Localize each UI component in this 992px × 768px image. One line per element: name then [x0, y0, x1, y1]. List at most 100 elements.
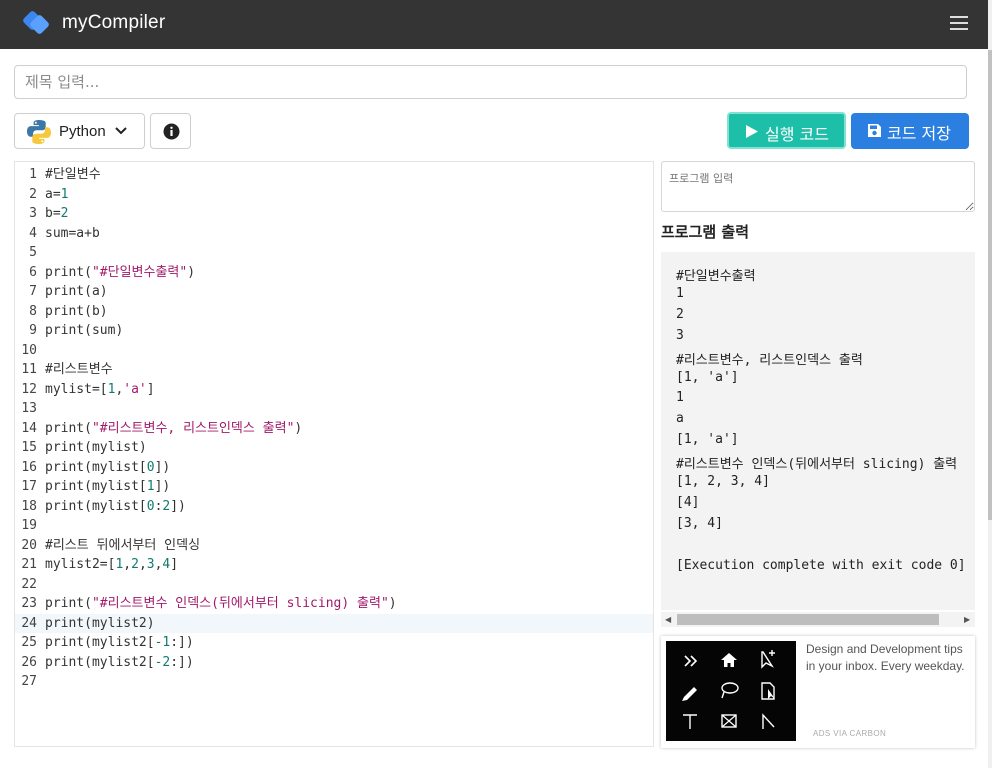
code-line[interactable]: 20 #리스트 뒤에서부터 인덱싱 [15, 536, 653, 556]
code-line[interactable]: 12 mylist=[1,'a'] [15, 380, 653, 400]
title-input[interactable] [14, 65, 967, 99]
code-text[interactable]: print(a) [45, 282, 108, 302]
code-line[interactable]: 8 print(b) [15, 302, 653, 322]
code-line[interactable]: 7 print(a) [15, 282, 653, 302]
code-text[interactable]: b=2 [45, 204, 68, 224]
code-text[interactable]: print(sum) [45, 321, 123, 341]
code-text[interactable]: print(mylist[0]) [45, 458, 170, 478]
line-number: 8 [29, 303, 37, 319]
code-text[interactable]: print(mylist2) [45, 614, 155, 634]
code-line[interactable]: 1 #단일변수 [15, 165, 653, 185]
ad-via-label[interactable]: ADS VIA CARBON [813, 729, 886, 738]
line-number: 13 [21, 401, 37, 416]
code-token: print(mylist) [45, 440, 147, 455]
output-line: 3 [676, 327, 684, 343]
code-line[interactable]: 19 [15, 516, 653, 536]
output-scroll-thumb[interactable] [677, 614, 939, 625]
code-line[interactable]: 14 print("#리스트변수, 리스트인덱스 출력") [15, 419, 653, 439]
code-text[interactable]: print(mylist2[-2:]) [45, 653, 194, 673]
code-editor[interactable]: 1 #단일변수 2 a=1 3 b=2 4 sum=a+b 5 6 print("#단일변수출력")… [14, 161, 654, 747]
run-code-button[interactable]: 실행 코드 [727, 112, 846, 149]
code-token: 'a' [123, 381, 147, 397]
line-number: 17 [21, 479, 37, 494]
line-number: 7 [29, 284, 37, 299]
program-input[interactable] [661, 161, 975, 212]
info-button[interactable] [150, 113, 191, 149]
code-text[interactable]: print("#리스트변수, 리스트인덱스 출력") [45, 419, 302, 439]
code-text[interactable]: print("#리스트변수 인덱스(뒤에서부터 slicing) 출력") [45, 594, 397, 614]
code-text[interactable]: #리스트 뒤에서부터 인덱싱 [45, 536, 200, 556]
output-line: #단일변수출력 [676, 269, 756, 284]
code-token: print(mylist2) [45, 615, 155, 631]
code-text[interactable]: #단일변수 [45, 165, 101, 185]
output-line: a [676, 411, 684, 427]
code-token: :]) [170, 654, 194, 670]
scroll-left-icon[interactable]: ◀ [665, 615, 671, 624]
code-line[interactable]: 24 print(mylist2) [15, 613, 653, 634]
run-label: 실행 코드 [765, 125, 829, 144]
code-token: print(mylist[ [45, 479, 147, 494]
code-line[interactable]: 27 [15, 672, 653, 692]
code-text[interactable]: print(mylist[1]) [45, 477, 170, 497]
code-text[interactable]: mylist2=[1,2,3,4] [45, 555, 178, 575]
code-token: 0 [146, 498, 155, 514]
code-line[interactable]: 18 print(mylist[0:2]) [15, 497, 653, 517]
code-line[interactable]: 6 print("#단일변수출력") [15, 263, 653, 283]
output-horizontal-scrollbar[interactable]: ◀ ▶ [661, 612, 975, 627]
app-logo-icon[interactable] [20, 11, 52, 37]
language-select-button[interactable]: Python [14, 113, 145, 149]
image-placeholder-icon [721, 714, 737, 728]
code-line[interactable]: 15 print(mylist) [15, 438, 653, 458]
code-line[interactable]: 4 sum=a+b [15, 224, 653, 244]
code-token: print(sum) [45, 323, 124, 338]
code-line[interactable]: 3 b=2 [15, 204, 653, 224]
output-line: [1, 2, 3, 4] [676, 474, 770, 489]
code-token: #단일변수 [45, 167, 101, 182]
scrollbar-thumb[interactable] [988, 50, 992, 520]
code-text[interactable]: print(mylist2[-1:]) [45, 633, 194, 653]
code-line[interactable]: 11 #리스트변수 [15, 360, 653, 380]
ad-image[interactable] [666, 641, 796, 741]
code-text[interactable]: print("#단일변수출력") [45, 263, 195, 283]
code-line[interactable]: 16 print(mylist[0]) [15, 458, 653, 478]
select-plus-icon [761, 650, 775, 669]
page-scrollbar[interactable] [988, 0, 992, 768]
menu-icon[interactable] [950, 16, 968, 30]
line-number: 11 [21, 362, 37, 377]
carbon-ad[interactable]: Design and Development tips in your inbo… [661, 636, 975, 748]
code-text[interactable]: mylist=[1,'a'] [45, 380, 155, 400]
save-code-button[interactable]: 코드 저장 [851, 113, 969, 149]
line-number: 22 [21, 576, 37, 592]
line-number: 9 [29, 323, 37, 338]
code-text[interactable]: a=1 [45, 185, 68, 205]
line-number: 20 [21, 537, 37, 553]
code-text[interactable]: sum=a+b [45, 224, 100, 244]
output-panel[interactable]: #단일변수출력 1 2 3 #리스트변수, 리스트인덱스 출력 [1, 'a'] 1 a [1,… [661, 252, 975, 610]
code-line[interactable]: 13 [15, 399, 653, 419]
code-line[interactable]: 21 mylist2=[1,2,3,4] [15, 555, 653, 575]
code-text[interactable]: #리스트변수 [45, 360, 113, 380]
scroll-right-icon[interactable]: ▶ [964, 615, 970, 624]
brand-name[interactable]: myCompiler [62, 12, 165, 34]
output-line: #리스트변수 인덱스(뒤에서부터 slicing) 출력 [676, 457, 958, 473]
chevrons-right-icon [684, 655, 698, 667]
code-line[interactable]: 17 print(mylist[1]) [15, 477, 653, 497]
code-token: ) [388, 596, 397, 611]
ad-text[interactable]: Design and Development tips in your inbo… [806, 641, 971, 675]
code-text[interactable]: print(mylist[0:2]) [45, 497, 186, 517]
code-token: print( [45, 596, 92, 611]
code-token: ]) [170, 498, 186, 514]
code-line[interactable]: 22 [15, 575, 653, 595]
code-line[interactable]: 23 print("#리스트변수 인덱스(뒤에서부터 slicing) 출력") [15, 594, 653, 614]
code-line[interactable]: 2 a=1 [15, 185, 653, 205]
code-line[interactable]: 25 print(mylist2[-1:]) [15, 633, 653, 653]
code-token: ] [170, 557, 179, 572]
code-line[interactable]: 5 [15, 243, 653, 263]
code-line[interactable]: 10 [15, 341, 653, 361]
code-token: "#단일변수출력" [91, 264, 188, 280]
code-text[interactable]: print(mylist) [45, 438, 147, 458]
code-token: mylist=[ [45, 381, 108, 397]
code-text[interactable]: print(b) [45, 302, 108, 322]
code-line[interactable]: 26 print(mylist2[-2:]) [15, 653, 653, 673]
code-line[interactable]: 9 print(sum) [15, 321, 653, 341]
